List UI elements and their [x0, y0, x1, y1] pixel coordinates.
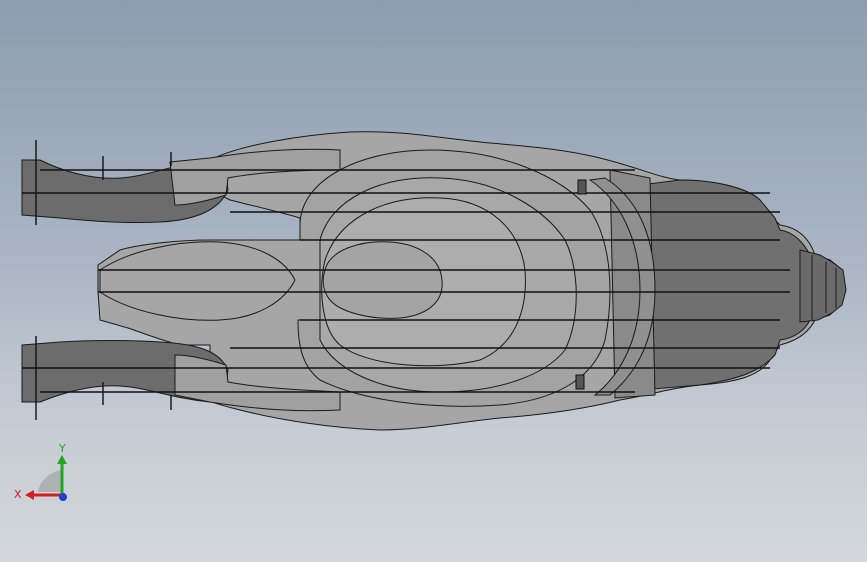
x-axis-label: X — [14, 488, 22, 501]
slot-lower — [575, 374, 585, 390]
slot-upper — [577, 179, 587, 195]
y-axis-arrow — [57, 455, 67, 464]
x-axis-arrow — [25, 490, 34, 500]
inner-dome — [322, 241, 443, 319]
part-model[interactable] — [0, 0, 867, 562]
coordinate-triad: Y X — [14, 442, 67, 501]
y-axis-label: Y — [58, 442, 66, 455]
graphics-viewport[interactable]: Y X — [0, 0, 867, 562]
end-nozzle — [799, 249, 847, 323]
z-axis-dot — [59, 493, 67, 501]
triad-plane-shade — [38, 470, 62, 492]
